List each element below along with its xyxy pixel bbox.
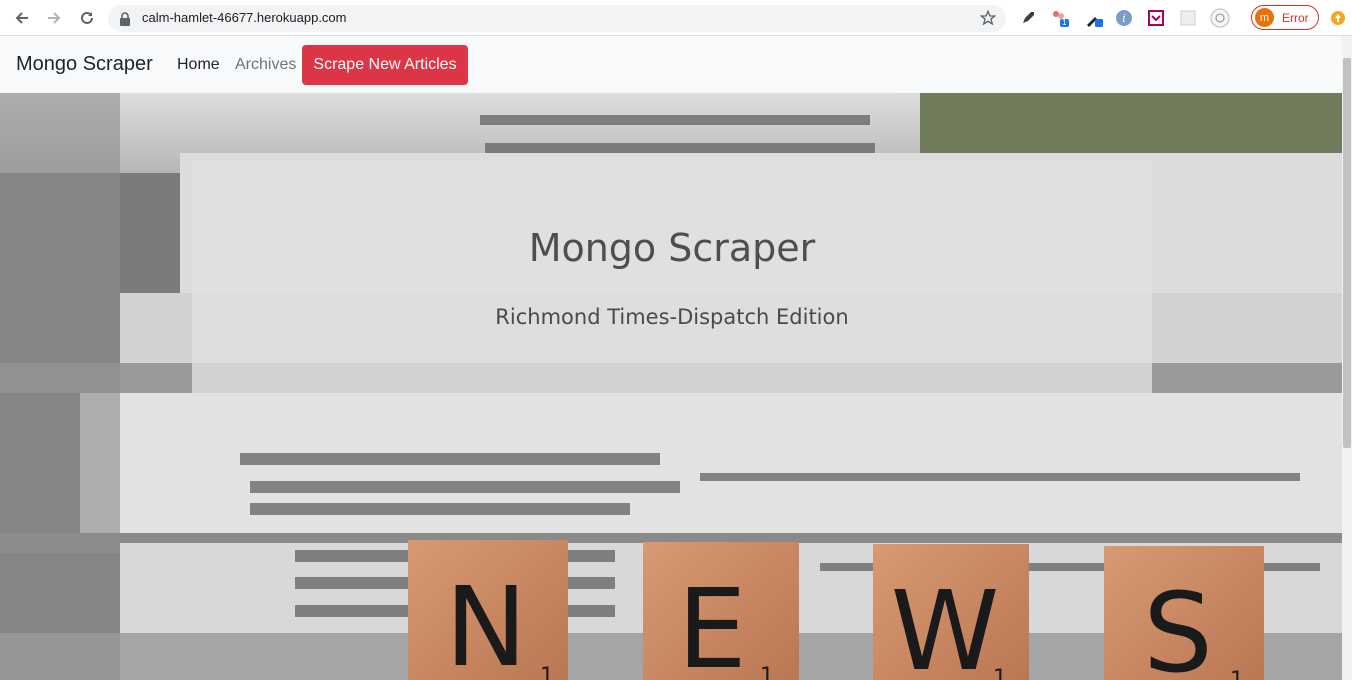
update-icon[interactable] [1328, 8, 1348, 28]
site-navbar: Mongo Scraper Home Archives Scrape New A… [0, 36, 1342, 93]
page-scrollbar[interactable] [1342, 36, 1352, 680]
browser-toolbar: calm-hamlet-46677.herokuapp.com 1 i m Er… [0, 0, 1352, 36]
star-icon[interactable] [979, 9, 997, 30]
extension-badge-icon[interactable]: 1 [1050, 8, 1070, 28]
svg-text:i: i [1122, 12, 1126, 25]
tile-score-w: 1 [993, 666, 1007, 680]
tile-letter-e: E [677, 565, 747, 680]
lock-icon[interactable] [119, 11, 131, 30]
info-extension-icon[interactable]: i [1114, 8, 1134, 28]
reload-icon[interactable] [77, 8, 97, 28]
tile-letter-s: S [1143, 569, 1213, 680]
extension-badge-count: 1 [1062, 18, 1067, 27]
tile-score-n: 1 [540, 664, 554, 680]
tile-letter-w: W [891, 567, 1000, 680]
scrape-new-articles-button[interactable]: Scrape New Articles [302, 45, 468, 85]
profile-button[interactable]: m Error [1251, 5, 1319, 30]
forward-icon[interactable] [44, 8, 64, 28]
rocket-extension-icon[interactable] [1018, 8, 1038, 28]
scrollbar-thumb[interactable] [1343, 58, 1351, 448]
profile-status: Error [1282, 10, 1309, 25]
hero-subtitle: Richmond Times-Dispatch Edition [495, 305, 849, 329]
tile-letter-n: N [445, 563, 527, 680]
grid-extension-icon[interactable] [1178, 8, 1198, 28]
pocket-extension-icon[interactable] [1146, 8, 1166, 28]
nav-home-link[interactable]: Home [177, 56, 220, 74]
avatar: m [1255, 8, 1274, 27]
address-bar[interactable]: calm-hamlet-46677.herokuapp.com [108, 5, 1006, 32]
speed-extension-icon[interactable] [1210, 8, 1230, 28]
navbar-brand[interactable]: Mongo Scraper [16, 53, 153, 76]
eyedropper-extension-icon[interactable] [1084, 8, 1104, 28]
hero-section: N 1 E 1 W 1 S 1 Mongo Scraper Richmond T… [0, 93, 1342, 680]
tile-score-e: 1 [760, 664, 774, 680]
url-text[interactable]: calm-hamlet-46677.herokuapp.com [142, 10, 347, 25]
hero-title: Mongo Scraper [528, 226, 816, 270]
back-icon[interactable] [12, 8, 32, 28]
hero-jumbotron: Mongo Scraper Richmond Times-Dispatch Ed… [192, 160, 1152, 404]
nav-archives-link[interactable]: Archives [235, 56, 296, 74]
tile-score-s: 1 [1230, 668, 1244, 680]
